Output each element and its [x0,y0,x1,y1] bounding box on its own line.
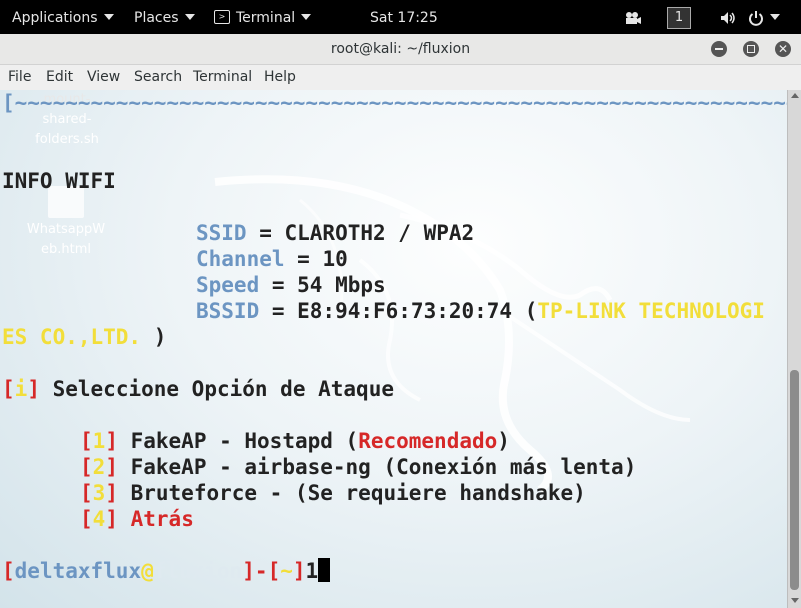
shell-prompt[interactable]: [deltaxflux@fluxion]-[~]1 [2,558,331,584]
channel-row: Channel = 10 [196,246,348,272]
prompt-separator: - [254,559,268,583]
applications-label: Applications [12,10,98,26]
volume-icon[interactable] [720,0,736,36]
window-title: root@kali: ~/fluxion [330,41,471,57]
vendor-continuation-row: ES CO.,LTD. ) [2,324,166,350]
menu-search[interactable]: Search [134,65,182,89]
workspace-indicator[interactable]: 1 [667,0,691,36]
prompt-user: deltaxflux [14,559,142,583]
option-text: Bruteforce - (Se requiere handshake) [117,481,586,505]
speed-label: Speed [196,273,260,297]
scrollbar-thumb[interactable] [790,370,799,590]
terminal-app-label: Terminal [236,10,296,26]
chevron-down-icon [103,14,114,20]
scrollbar[interactable] [787,90,801,608]
desktop-icon-label: WhatsappW [26,222,106,237]
bssid-row: BSSID = E8:94:F6:73:20:74 (TP-LINK TECHN… [196,298,765,324]
bssid-value: = E8:94:F6:73:20:74 ( [259,299,538,323]
desktop-icon-label: folders.sh [35,132,99,147]
channel-value: = 10 [284,247,348,271]
maximize-icon [747,45,755,53]
option-tail: ) [497,429,510,453]
option-text [118,507,131,531]
close-button[interactable]: ✕ [775,41,791,57]
vendor-close: ) [141,325,167,349]
desktop-icon-label: eb.html [41,242,91,257]
scroll-up-icon[interactable] [791,93,799,98]
menu-help[interactable]: Help [264,65,296,89]
terminal-icon: > [214,10,230,24]
scroll-down-icon[interactable] [791,598,799,603]
info-marker: i [14,377,28,401]
option-number: 1 [92,429,106,453]
bssid-label: BSSID [196,299,260,323]
option-row: [4] Atrás [80,507,194,531]
option-row: [1] FakeAP - Hostapd (Recomendado) [80,429,510,453]
desktop-icon-whatsappweb[interactable]: WhatsappW eb.html [21,186,111,260]
speed-row: Speed = 54 Mbps [196,272,386,298]
top-panel: Applications Places > Terminal Sat 17:25 … [0,0,801,36]
close-icon: ✕ [777,42,789,56]
border-line: [~~~~~~~~~~~~~~~~~~~~~~~~~~~~~~~~~~~~~~~… [2,91,787,115]
option-highlight: Atrás [130,507,194,531]
power-menu[interactable] [748,0,780,36]
chevron-down-icon [301,14,312,20]
chevron-down-icon [770,14,780,20]
terminal-content[interactable]: mount- shared- folders.sh WhatsappW eb.h… [0,90,787,608]
option-number: 3 [92,481,106,505]
applications-menu[interactable]: Applications [12,0,114,36]
places-menu[interactable]: Places [134,0,195,36]
maximize-button[interactable] [743,41,759,57]
vendor-part1: TP-LINK TECHNOLOGI [537,299,765,323]
clock[interactable]: Sat 17:25 [370,0,438,36]
option-text: FakeAP - airbase-ng (Conexión más lenta) [117,455,637,479]
terminal-app-menu[interactable]: > Terminal [214,0,312,36]
video-camera-icon[interactable] [624,0,642,36]
text-cursor [318,558,331,582]
option-number: 2 [92,455,106,479]
channel-label: Channel [196,247,285,271]
ssid-value: = CLAROTH2 / WPA2 [246,221,475,245]
chevron-down-icon [184,14,195,20]
menu-file[interactable]: File [8,65,31,89]
menubar: File Edit View Search Terminal Help [0,65,801,90]
info-heading: INFO WIFI [2,169,116,193]
attack-prompt-title: Seleccione Opción de Ataque [39,377,394,401]
places-label: Places [134,10,179,26]
menu-view[interactable]: View [87,65,120,89]
prompt-at: @ [141,559,154,583]
option-highlight: Recomendado [358,429,498,453]
window-titlebar[interactable]: root@kali: ~/fluxion ✕ [0,34,801,65]
prompt-host: fluxion [153,559,243,583]
attack-prompt-row: [i] Seleccione Opción de Ataque [2,377,394,401]
option-row: [2] FakeAP - airbase-ng (Conexión más le… [80,455,637,479]
minimize-button[interactable] [711,41,727,57]
prompt-input: 1 [305,559,319,583]
clock-label: Sat 17:25 [370,10,438,26]
workspace-number: 1 [667,7,691,29]
power-icon [749,11,763,26]
minimize-icon [715,48,723,50]
menu-terminal[interactable]: Terminal [193,65,252,89]
prompt-dir: ~ [280,559,293,583]
ssid-label: SSID [196,221,247,245]
ssid-row: SSID = CLAROTH2 / WPA2 [196,220,474,246]
vendor-part2: ES CO.,LTD. [2,325,142,349]
option-number: 4 [92,507,106,531]
option-row: [3] Bruteforce - (Se requiere handshake) [80,481,586,505]
speed-value: = 54 Mbps [259,273,386,297]
menu-edit[interactable]: Edit [46,65,73,89]
option-text: FakeAP - Hostapd ( [117,429,359,453]
